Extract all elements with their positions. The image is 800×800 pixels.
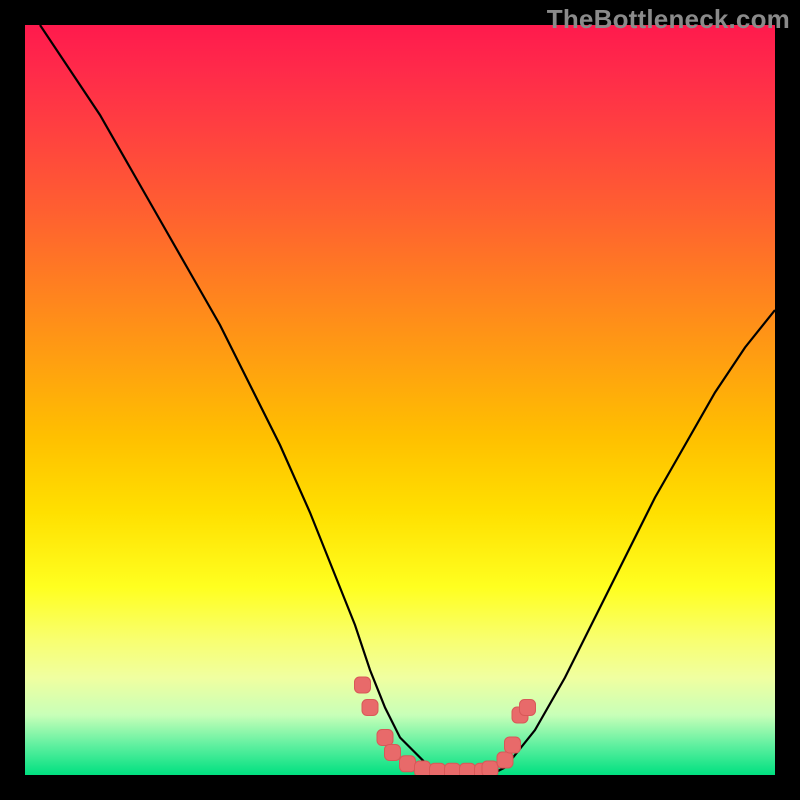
valley-marker — [482, 761, 498, 775]
valley-markers-group — [355, 677, 536, 775]
valley-marker — [445, 763, 461, 775]
bottleneck-curve-path — [40, 25, 775, 775]
valley-marker — [430, 763, 446, 775]
valley-marker — [355, 677, 371, 693]
valley-marker — [385, 745, 401, 761]
bottleneck-curve-svg — [25, 25, 775, 775]
chart-plot-area — [25, 25, 775, 775]
valley-marker — [460, 763, 476, 775]
valley-marker — [520, 700, 536, 716]
valley-marker — [400, 756, 416, 772]
valley-marker — [362, 700, 378, 716]
watermark-text: TheBottleneck.com — [547, 4, 790, 35]
valley-marker — [415, 761, 431, 775]
valley-marker — [377, 730, 393, 746]
valley-marker — [505, 737, 521, 753]
valley-marker — [497, 752, 513, 768]
